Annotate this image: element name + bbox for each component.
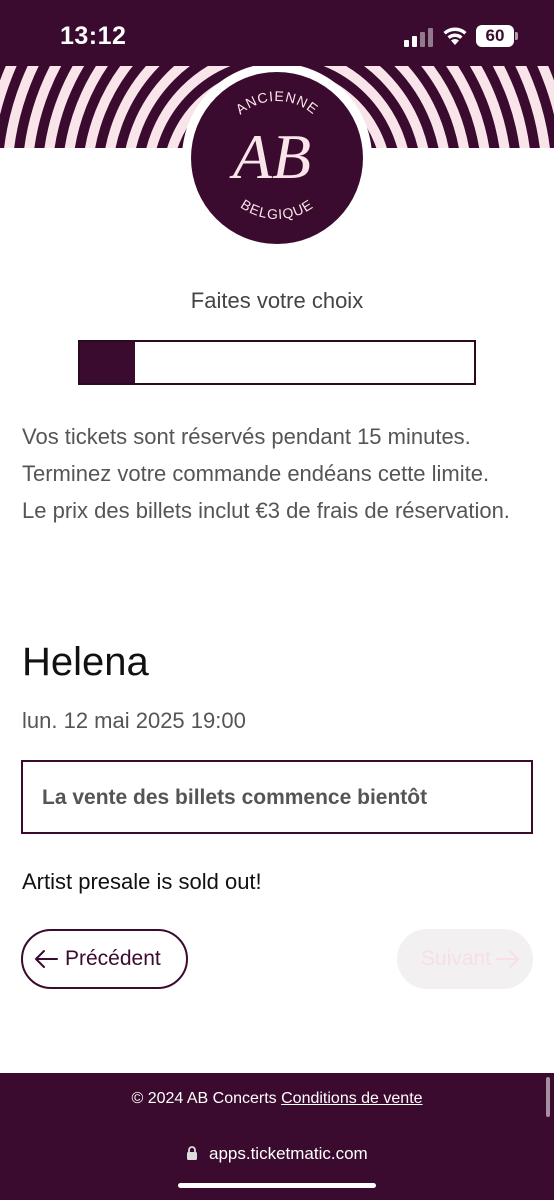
- step-title: Faites votre choix: [190, 288, 364, 313]
- sale-notice-text: La vente des billets commence bientôt: [42, 786, 428, 809]
- reservation-deadline-text: Terminez votre commande endéans cette li…: [22, 461, 490, 486]
- scrollbar[interactable]: [546, 1077, 550, 1117]
- progress-fill: [80, 342, 136, 383]
- event-datetime: lun. 12 mai 2025 19:00: [22, 708, 246, 733]
- url-display[interactable]: apps.ticketmatic.com: [0, 1144, 554, 1164]
- footer-copyright: © 2024 AB Concerts: [131, 1090, 277, 1107]
- page-footer: © 2024 AB Concerts Conditions de vente: [0, 1073, 554, 1127]
- status-time: 13:12: [60, 22, 127, 50]
- arrow-right-icon: [496, 950, 520, 968]
- striped-arcs-background: ANCIENNE BELGIQUE AB: [0, 66, 554, 244]
- battery-indicator: 60: [476, 25, 518, 47]
- browser-url-bar[interactable]: apps.ticketmatic.com: [0, 1127, 554, 1200]
- next-button[interactable]: Suivant: [397, 929, 533, 989]
- sale-notice-box: La vente des billets commence bientôt: [21, 760, 533, 834]
- url-text: apps.ticketmatic.com: [209, 1144, 368, 1163]
- arrow-left-icon: [35, 950, 58, 968]
- previous-button-label: Précédent: [65, 947, 161, 970]
- ab-logo: ANCIENNE BELGIQUE AB: [182, 66, 372, 244]
- battery-level: 60: [485, 26, 505, 45]
- header-banner: ANCIENNE BELGIQUE AB: [0, 66, 554, 244]
- lock-icon: [187, 1146, 198, 1160]
- checkout-progress-bar: [78, 340, 476, 385]
- event-title: Helena: [22, 640, 149, 684]
- reservation-info: Vos tickets sont réservés pendant 15 min…: [22, 418, 542, 529]
- status-bar: 13:12 60: [0, 0, 554, 66]
- cellular-signal-icon: [404, 28, 433, 47]
- reservation-fee-text: Le prix des billets inclut €3 de frais d…: [22, 498, 510, 523]
- terms-of-sale-link[interactable]: Conditions de vente: [281, 1090, 422, 1107]
- wifi-icon: [443, 27, 467, 45]
- presale-sold-out-message: Artist presale is sold out!: [22, 869, 262, 894]
- previous-button[interactable]: Précédent: [21, 929, 188, 989]
- home-indicator[interactable]: [178, 1183, 376, 1188]
- svg-text:AB: AB: [229, 121, 311, 192]
- next-button-label: Suivant: [421, 947, 492, 970]
- reservation-timer-text: Vos tickets sont réservés pendant 15 min…: [22, 424, 471, 449]
